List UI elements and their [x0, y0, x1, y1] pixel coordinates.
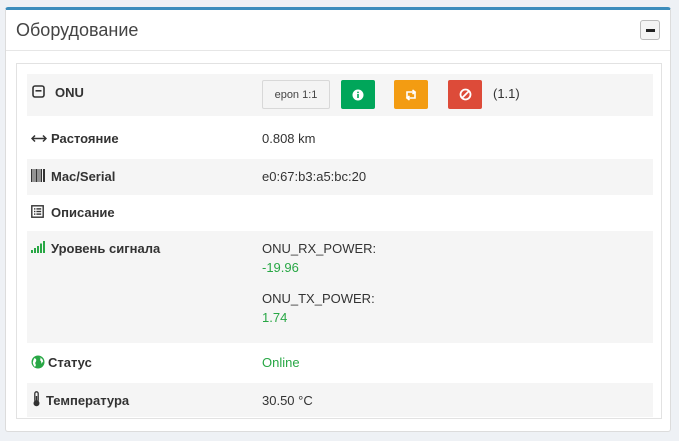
block-button[interactable]: [448, 80, 482, 109]
collapse-button[interactable]: [640, 20, 660, 40]
port-info: (1.1): [493, 86, 520, 101]
retweet-icon: [405, 88, 417, 101]
temperature-label: Температура: [46, 393, 130, 408]
info-table: ONU epon 1:1 (1.1) Растояние 0.808 km Ma…: [16, 63, 662, 419]
signal-label: Уровень сигнала: [51, 241, 161, 256]
panel-title: Оборудование: [16, 19, 139, 40]
equipment-panel: Оборудование ONU epon 1:1 (1.1) Растояни…: [5, 7, 671, 432]
mac-value: e0:67:b3:a5:bc:20: [262, 169, 367, 184]
info-icon: [352, 89, 364, 100]
status-label: Статус: [48, 355, 92, 370]
thermometer-icon: [33, 391, 40, 407]
table-row-onu: ONU epon 1:1 (1.1): [27, 74, 653, 116]
distance-value: 0.808 km: [262, 131, 316, 146]
description-label: Описание: [51, 205, 115, 220]
sync-button[interactable]: [394, 80, 428, 109]
rx-power-value: -19.96: [262, 260, 299, 275]
onu-label: ONU: [55, 85, 84, 100]
table-row-description: Описание: [27, 195, 653, 231]
ban-icon: [459, 88, 471, 101]
rx-power-label: ONU_RX_POWER:: [262, 241, 377, 256]
distance-label: Растояние: [51, 131, 119, 146]
table-row-distance: Растояние 0.808 km: [27, 121, 653, 157]
arrows-h-icon: [31, 134, 47, 143]
minus-icon: [645, 28, 655, 32]
info-button[interactable]: [341, 80, 375, 109]
barcode-icon: [31, 169, 45, 182]
temperature-value: 30.50 °C: [262, 393, 313, 408]
panel-header: Оборудование: [6, 10, 670, 51]
signal-icon: [31, 241, 45, 253]
list-alt-icon: [31, 205, 44, 218]
hdd-icon: [32, 85, 45, 98]
epon-button[interactable]: epon 1:1: [262, 80, 330, 109]
tx-power-label: ONU_TX_POWER:: [262, 291, 375, 306]
table-row-mac: Mac/Serial e0:67:b3:a5:bc:20: [27, 159, 653, 195]
globe-icon: [31, 355, 45, 369]
table-row-temperature: Температура 30.50 °C: [27, 383, 653, 417]
mac-label: Mac/Serial: [51, 169, 116, 184]
tx-power-value: 1.74: [262, 310, 288, 325]
table-row-signal: Уровень сигнала ONU_RX_POWER: -19.96 ONU…: [27, 231, 653, 343]
table-row-status: Статус Online: [27, 343, 653, 383]
status-value: Online: [262, 355, 300, 370]
